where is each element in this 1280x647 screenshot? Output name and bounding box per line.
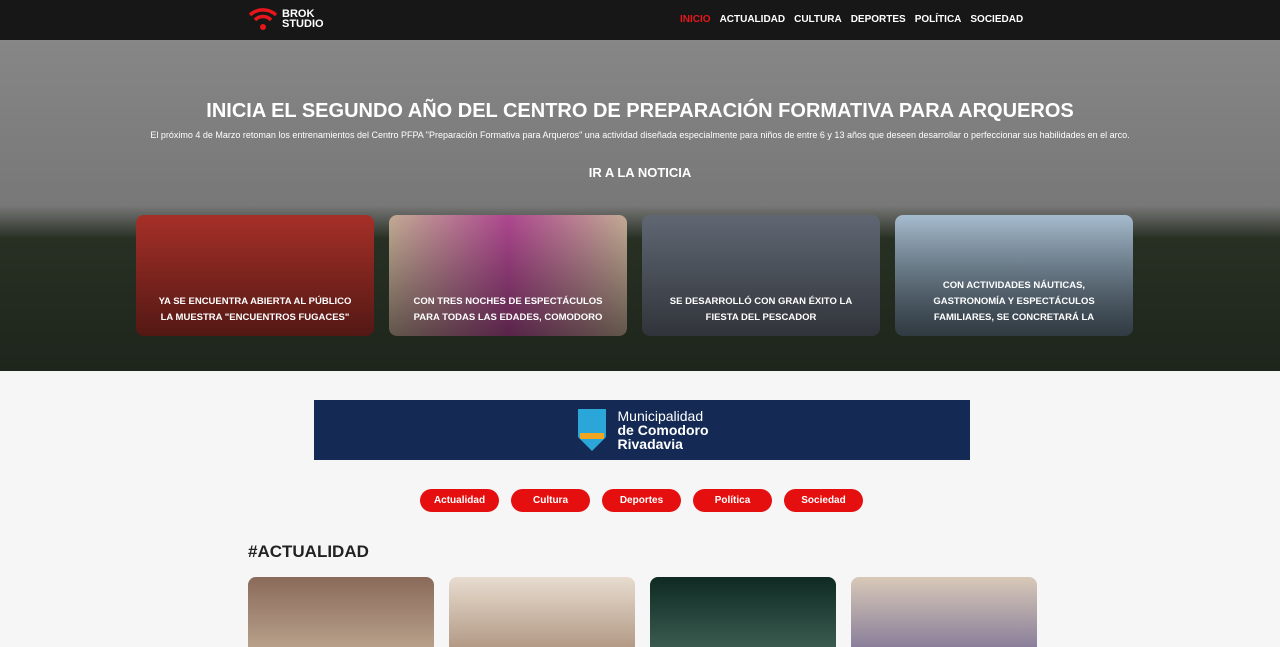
hero-title: INICIA EL SEGUNDO AÑO DEL CENTRO DE PREP… <box>206 100 1074 122</box>
nav-deportes[interactable]: DEPORTES <box>851 14 906 25</box>
news-card[interactable]: SE DESARROLLÓ CON GRAN ÉXITO LA FIESTA D… <box>642 215 880 336</box>
banner-line1: Municipalidad <box>617 408 704 424</box>
category-sociedad[interactable]: Sociedad <box>784 489 863 512</box>
category-deportes[interactable]: Deportes <box>602 489 681 512</box>
nav-actualidad[interactable]: ACTUALIDAD <box>720 14 786 25</box>
municipality-banner[interactable]: Municipalidad de Comodoro Rivadavia <box>314 400 970 460</box>
category-actualidad[interactable]: Actualidad <box>420 489 499 512</box>
nav-inicio[interactable]: INICIO <box>680 14 711 25</box>
category-cultura[interactable]: Cultura <box>511 489 590 512</box>
hero: INICIA EL SEGUNDO AÑO DEL CENTRO DE PREP… <box>0 40 1280 371</box>
banner-line3: Rivadavia <box>617 436 683 452</box>
municipality-shield-icon <box>577 409 606 451</box>
logo-text: BROK STUDIO <box>282 8 324 30</box>
card-title: CON TRES NOCHES DE ESPECTÁCULOS PARA TOD… <box>413 296 603 323</box>
nav-politica[interactable]: POLÍTICA <box>915 14 962 25</box>
news-card[interactable]: CON TRES NOCHES DE ESPECTÁCULOS PARA TOD… <box>389 215 627 336</box>
article-thumbnail[interactable] <box>248 577 434 647</box>
nav-sociedad[interactable]: SOCIEDAD <box>970 14 1023 25</box>
article-thumbnail[interactable] <box>851 577 1037 647</box>
card-title: CON ACTIVIDADES NÁUTICAS, GASTRONOMÍA Y … <box>933 280 1095 323</box>
news-card[interactable]: CON ACTIVIDADES NÁUTICAS, GASTRONOMÍA Y … <box>895 215 1133 336</box>
banner-line2: de Comodoro <box>617 422 709 438</box>
news-card[interactable]: YA SE ENCUENTRA ABIERTA AL PÚBLICO LA MU… <box>136 215 374 336</box>
section-title: #ACTUALIDAD <box>248 542 369 561</box>
nav-cultura[interactable]: CULTURA <box>794 14 842 25</box>
card-title: YA SE ENCUENTRA ABIERTA AL PÚBLICO LA MU… <box>158 296 352 323</box>
logo[interactable]: BROK STUDIO <box>248 6 324 32</box>
hero-subtitle: El próximo 4 de Marzo retoman los entren… <box>150 130 1130 140</box>
article-thumbnail[interactable] <box>449 577 635 647</box>
category-politica[interactable]: Política <box>693 489 772 512</box>
read-more-link[interactable]: IR A LA NOTICIA <box>0 165 1280 180</box>
wifi-logo-icon <box>248 8 278 30</box>
top-nav: BROK STUDIO INICIO ACTUALIDAD CULTURA DE… <box>0 0 1280 40</box>
card-title: SE DESARROLLÓ CON GRAN ÉXITO LA FIESTA D… <box>669 296 853 323</box>
article-thumbnail[interactable] <box>650 577 836 647</box>
